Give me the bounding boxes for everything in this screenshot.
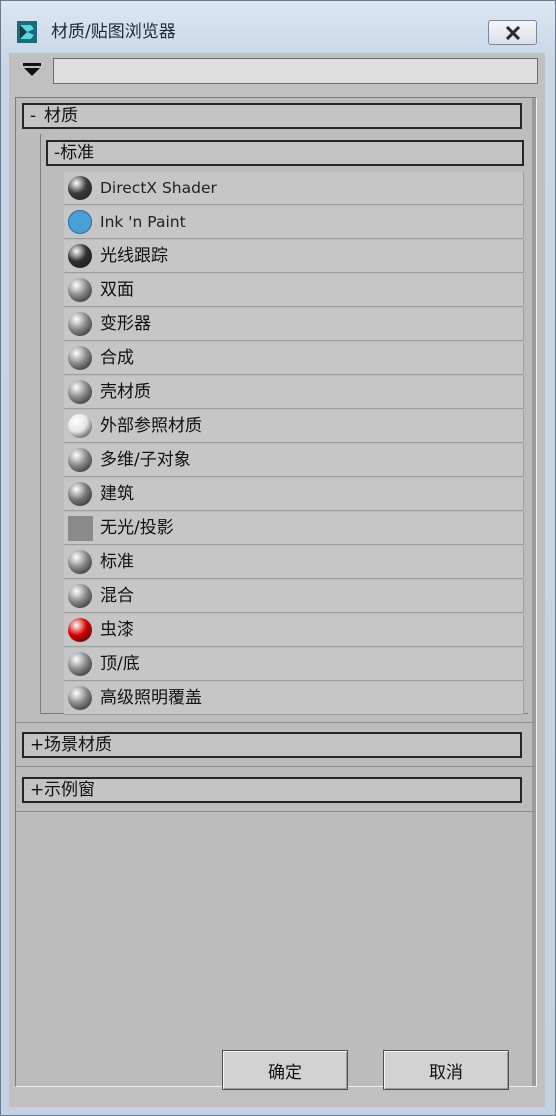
material-sphere-icon [68, 278, 92, 302]
rollout-standard-header[interactable]: -标准 [46, 140, 524, 166]
rollout-materials-header[interactable]: - 材质 [22, 103, 522, 129]
search-by-name-input[interactable] [53, 58, 538, 84]
material-label: Ink 'n Paint [100, 213, 186, 231]
title-bar[interactable]: 材质/贴图浏览器 [1, 1, 555, 45]
material-list-item[interactable]: 多维/子对象 [64, 444, 524, 477]
material-list-item[interactable]: 无光/投影 [64, 512, 524, 545]
material-label: 合成 [100, 348, 134, 368]
material-label: 建筑 [100, 484, 134, 504]
close-button[interactable] [488, 20, 537, 45]
material-sphere-icon [68, 652, 92, 676]
material-sphere-icon [68, 176, 92, 200]
browser-client-area: - 材质 -标准 DirectX Shader Ink 'n Paint 光线跟踪 双面… [9, 53, 545, 1107]
material-sphere-icon [68, 380, 92, 404]
material-label: 壳材质 [100, 382, 151, 402]
app-logo-icon [17, 21, 37, 43]
material-list-item[interactable]: 壳材质 [64, 376, 524, 409]
cancel-button[interactable]: 取消 [383, 1050, 509, 1090]
material-label: 标准 [100, 552, 134, 572]
material-sphere-icon [68, 210, 92, 234]
material-list-item[interactable]: 双面 [64, 274, 524, 307]
material-list-item[interactable]: Ink 'n Paint [64, 206, 524, 239]
material-label: DirectX Shader [100, 179, 217, 197]
rollout-label: 标准 [60, 143, 95, 163]
material-list-item[interactable]: 合成 [64, 342, 524, 375]
material-sphere-icon [68, 584, 92, 608]
material-label: 双面 [100, 280, 134, 300]
material-list-item[interactable]: 变形器 [64, 308, 524, 341]
material-list-item[interactable]: 顶/底 [64, 648, 524, 681]
expand-sign: + [30, 780, 45, 800]
material-label: 光线跟踪 [100, 246, 168, 266]
section-divider [16, 722, 534, 723]
material-sphere-icon [68, 482, 92, 506]
rollout-label: 材质 [44, 106, 78, 126]
material-sphere-icon [68, 312, 92, 336]
material-sphere-icon [68, 244, 92, 268]
standard-materials-list: DirectX Shader Ink 'n Paint 光线跟踪双面变形器合成壳材质… [64, 172, 524, 716]
rollout-sample-slots-header[interactable]: +示例窗 [22, 777, 522, 803]
material-label: 多维/子对象 [100, 450, 191, 470]
material-sphere-icon [68, 686, 92, 710]
material-sphere-icon [68, 550, 92, 574]
rollout-label: 示例窗 [44, 780, 95, 800]
material-list-item[interactable]: 混合 [64, 580, 524, 613]
filter-dropdown-icon[interactable] [23, 63, 41, 77]
ok-button[interactable]: 确定 [222, 1050, 348, 1090]
scrollbar-track[interactable] [532, 98, 536, 1086]
material-sphere-icon [68, 448, 92, 472]
material-swatch-square-icon [68, 516, 93, 541]
expand-sign: + [30, 735, 45, 755]
material-sphere-icon [68, 618, 92, 642]
section-divider [16, 811, 534, 812]
material-list-item[interactable]: 标准 [64, 546, 524, 579]
material-list-item[interactable]: 建筑 [64, 478, 524, 511]
material-map-browser-window: 材质/贴图浏览器 - 材质 -标准 DirectX Shader Ink 'n Pa… [0, 0, 556, 1116]
material-sphere-icon [68, 414, 92, 438]
close-icon [505, 26, 521, 40]
material-list-item[interactable]: 虫漆 [64, 614, 524, 647]
browser-list-panel: - 材质 -标准 DirectX Shader Ink 'n Paint 光线跟踪 双面… [15, 97, 537, 1087]
material-list-item[interactable]: 光线跟踪 [64, 240, 524, 273]
material-sphere-icon [68, 346, 92, 370]
rollout-label: 场景材质 [44, 735, 112, 755]
collapse-sign: - [30, 106, 37, 126]
window-title: 材质/贴图浏览器 [51, 22, 176, 42]
material-label: 无光/投影 [100, 518, 174, 538]
material-list-item[interactable]: 外部参照材质 [64, 410, 524, 443]
section-divider [16, 766, 534, 767]
material-list-item[interactable]: 高级照明覆盖 [64, 682, 524, 715]
material-label: 高级照明覆盖 [100, 688, 202, 708]
material-list-item[interactable]: DirectX Shader [64, 172, 524, 205]
material-label: 混合 [100, 586, 134, 606]
material-label: 虫漆 [100, 620, 134, 640]
rollout-scene-materials-header[interactable]: +场景材质 [22, 732, 522, 758]
material-label: 顶/底 [100, 654, 140, 674]
material-label: 外部参照材质 [100, 416, 202, 436]
material-label: 变形器 [100, 314, 151, 334]
